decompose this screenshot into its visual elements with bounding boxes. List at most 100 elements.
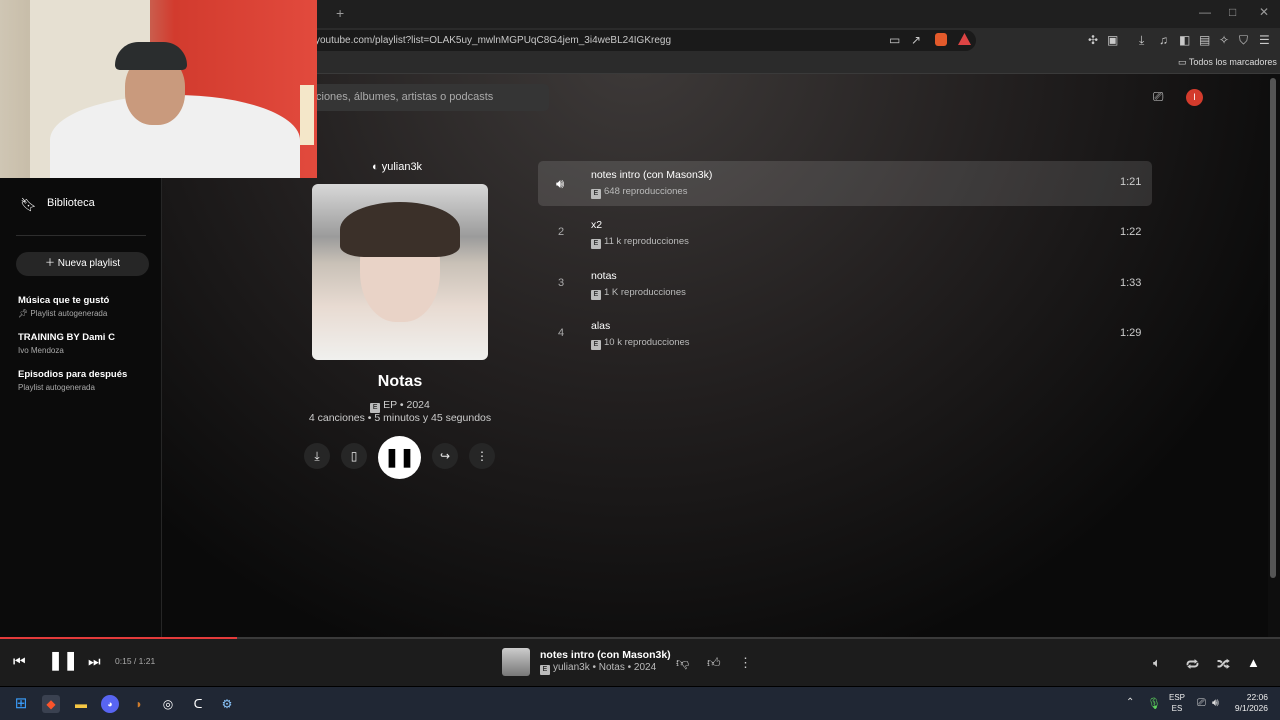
explicit-badge: E: [591, 189, 601, 199]
sidebar-playlist-item[interactable]: TRAINING BY Dami C Ivo Mendoza: [18, 332, 115, 355]
shuffle-icon[interactable]: 🔀︎: [1217, 655, 1230, 674]
maximize-icon[interactable]: □: [1229, 5, 1236, 19]
close-icon[interactable]: ✕: [1259, 5, 1269, 19]
share-page-icon[interactable]: ↗: [911, 33, 921, 47]
pause-icon[interactable]: ❚❚: [48, 650, 78, 671]
keyboard-layout: ES: [1171, 704, 1183, 713]
repeat-icon[interactable]: 🔁︎: [1186, 655, 1199, 674]
dislike-icon[interactable]: 👎︎: [676, 655, 689, 671]
playlist-subtitle: Ivo Mendoza: [18, 346, 64, 355]
more-icon[interactable]: ⋮: [739, 655, 752, 671]
track-row[interactable]: 🔊︎ notes intro (con Mason3k) E 648 reprod…: [538, 161, 1152, 206]
track-plays: E1 K reproducciones: [591, 287, 686, 300]
new-playlist-button[interactable]: ＋ Nueva playlist: [16, 252, 149, 276]
leo-icon[interactable]: ✧: [1219, 33, 1229, 47]
avatar[interactable]: I: [1186, 89, 1203, 106]
settings-icon[interactable]: ⚙: [218, 695, 236, 713]
windows-start-icon[interactable]: ⊞: [12, 695, 30, 713]
all-bookmarks[interactable]: ▭ Todos los marcadores: [1178, 57, 1277, 68]
cast-icon[interactable]: ⎚: [1153, 89, 1163, 105]
playlist-subtitle: Playlist autogenerada: [18, 383, 95, 392]
track-duration: 1:21: [1120, 176, 1142, 188]
track-number: 3: [558, 277, 565, 289]
track-number: 2: [558, 226, 565, 238]
tray-chevron-icon[interactable]: ⌃: [1126, 697, 1134, 708]
pin-icon: 📌︎: [18, 309, 31, 318]
file-explorer-icon[interactable]: ▬: [72, 695, 90, 713]
now-playing-thumbnail[interactable]: [502, 648, 530, 676]
webcam-overlay: [0, 0, 317, 178]
clock-time: 22:06: [1246, 692, 1268, 702]
vpn-icon[interactable]: ⛉: [1239, 33, 1248, 48]
album-title: Notas: [377, 373, 423, 390]
microphone-icon[interactable]: 🎙︎: [1147, 697, 1161, 710]
artist-link[interactable]: ◐ yulian3k: [372, 161, 422, 173]
album-cover: [312, 184, 488, 360]
new-tab-button[interactable]: +: [336, 5, 344, 21]
now-playing-subtitle: Eyulian3k • Notas • 2024: [540, 662, 656, 675]
track-title[interactable]: alas: [591, 320, 610, 332]
track-duration: 1:22: [1120, 226, 1142, 238]
previous-icon[interactable]: ⏮︎: [13, 653, 26, 670]
translate-icon[interactable]: ▣: [1107, 33, 1118, 47]
track-title[interactable]: notas: [591, 270, 617, 282]
capcut-icon[interactable]: ᑕ: [189, 695, 207, 713]
obs-icon[interactable]: ◎: [159, 695, 177, 713]
track-row[interactable]: 4 alas E 10 k reproducciones 1:29: [538, 312, 1152, 357]
track-row[interactable]: 3 notas E1 K reproducciones 1:33: [538, 262, 1152, 307]
explicit-badge: E: [591, 290, 601, 300]
bookmark-icon[interactable]: ▯: [341, 443, 367, 469]
network-icon[interactable]: ⎚: [1197, 697, 1206, 710]
playlist-title: Episodios para después: [18, 369, 128, 380]
track-duration: 1:29: [1120, 327, 1142, 339]
clock-date: 9/1/2026: [1234, 703, 1268, 713]
track-title[interactable]: notes intro (con Mason3k): [591, 169, 712, 181]
explicit-badge: E: [540, 665, 550, 675]
menu-icon[interactable]: ☰: [1259, 33, 1270, 47]
explicit-badge: E: [591, 239, 601, 249]
like-icon[interactable]: 👍︎: [707, 655, 721, 671]
share-icon[interactable]: ↪: [432, 443, 458, 469]
fl-studio-icon[interactable]: ◗: [130, 695, 148, 713]
next-icon[interactable]: ⏭︎: [88, 653, 101, 670]
track-title[interactable]: x2: [591, 219, 602, 231]
discord-icon[interactable]: ◕: [101, 695, 119, 713]
clock[interactable]: 22:06 9/1/2026: [1232, 692, 1268, 714]
extensions-icon[interactable]: ✣: [1088, 33, 1098, 47]
track-plays: E 10 k reproducciones: [591, 337, 690, 350]
volume-icon[interactable]: 🔈︎: [1153, 655, 1161, 671]
sidebar-playlist-item[interactable]: Música que te gustó 📌︎ Playlist autogene…: [18, 295, 109, 318]
speaker-icon[interactable]: 🔊︎: [1212, 697, 1219, 710]
search-input[interactable]: ciones, álbumes, artistas o podcasts: [316, 91, 493, 103]
more-icon[interactable]: ⋮: [469, 443, 495, 469]
person-cap: [115, 42, 187, 70]
download-icon[interactable]: ⤓: [304, 443, 330, 469]
lamp: [300, 85, 314, 145]
plus-icon: ＋: [44, 258, 58, 269]
sidebar-playlist-item[interactable]: Episodios para después Playlist autogene…: [18, 369, 127, 392]
album-summary: 4 canciones • 5 minutos y 45 segundos: [308, 412, 492, 424]
url-text[interactable]: youtube.com/playlist?list=OLAK5uy_mwlnMG…: [315, 35, 671, 46]
scrollbar-thumb[interactable]: [1270, 78, 1276, 578]
downloads-icon[interactable]: ⤓: [1139, 33, 1144, 48]
brave-shield-icon[interactable]: [935, 33, 947, 46]
explicit-badge: E: [591, 340, 601, 350]
now-playing-title[interactable]: notes intro (con Mason3k): [540, 649, 671, 661]
language-indicator[interactable]: ESP ES: [1166, 692, 1188, 714]
sidebar-toggle-icon[interactable]: ◧: [1179, 33, 1190, 47]
pause-icon[interactable]: ❚❚: [378, 436, 421, 479]
media-icon[interactable]: ♫: [1159, 33, 1168, 47]
minimize-icon[interactable]: —: [1199, 5, 1211, 19]
sidebar: 🔖︎ Biblioteca ＋ Nueva playlist Música qu…: [0, 178, 162, 637]
track-plays: E 648 reproducciones: [591, 186, 687, 199]
wallet-icon[interactable]: ▤: [1199, 33, 1210, 47]
brave-taskbar-icon[interactable]: ◆: [42, 695, 60, 713]
install-app-icon[interactable]: ▭: [889, 33, 900, 47]
speaker-icon: 🔊︎: [556, 176, 565, 191]
track-row[interactable]: 2 x2 E 11 k reproducciones 1:22: [538, 211, 1152, 256]
track-duration: 1:33: [1120, 277, 1142, 289]
sidebar-item-library[interactable]: Biblioteca: [47, 197, 95, 209]
album-type-year: E EP • 2024: [312, 399, 488, 413]
expand-player-icon[interactable]: ▲: [1247, 655, 1260, 670]
playlist-title: Música que te gustó: [18, 295, 110, 306]
